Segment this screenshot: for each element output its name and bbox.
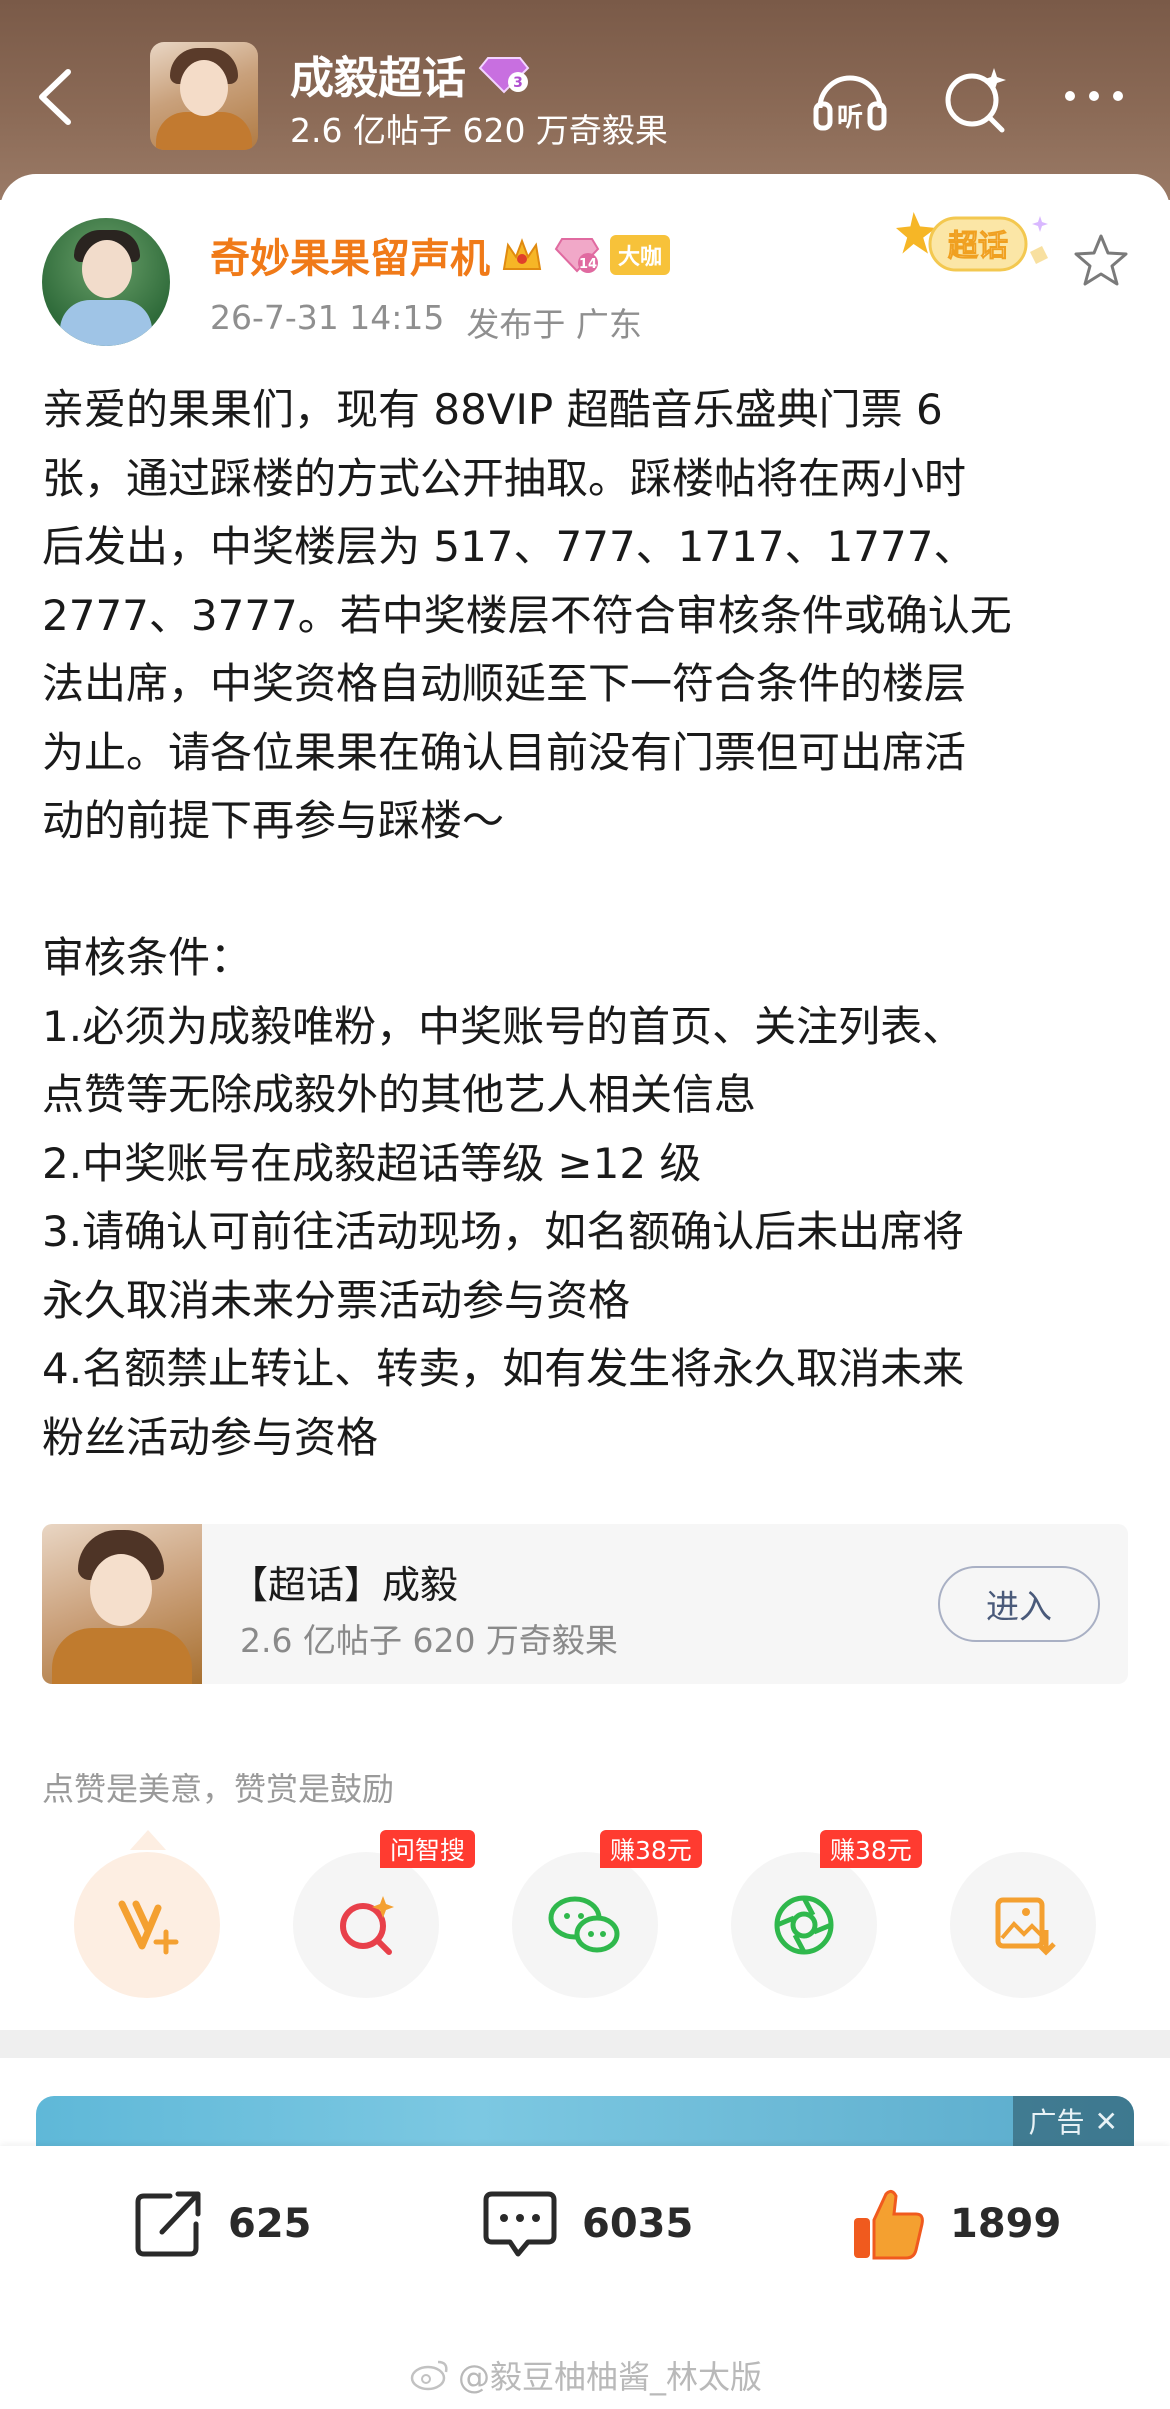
enter-button[interactable]: 进入 <box>938 1566 1100 1642</box>
more-options-icon[interactable] <box>1056 60 1136 140</box>
author-avatar[interactable] <box>42 218 170 346</box>
moments-share-button[interactable] <box>731 1852 877 1998</box>
comment-icon <box>483 2191 557 2257</box>
comment-button[interactable]: 6035 <box>480 2184 693 2264</box>
smart-search-tag: 问智搜 <box>380 1830 476 1868</box>
reward-button[interactable] <box>74 1852 220 1998</box>
comment-count: 6035 <box>582 2201 694 2247</box>
save-image-icon <box>995 1897 1056 1956</box>
page-title: 成毅超话 <box>290 53 466 104</box>
smart-search-icon <box>340 1896 394 1955</box>
author-row: 奇妙果果留声机 14 大咖 <box>210 226 671 284</box>
svg-text:3: 3 <box>513 75 523 91</box>
ad-label[interactable]: 广告 ✕ <box>1012 2096 1134 2146</box>
page-subtitle: 2.6 亿帖子 620 万奇毅果 <box>290 111 668 150</box>
search-sparkle-icon[interactable] <box>936 60 1016 140</box>
moments-reward-tag: 赚38元 <box>820 1830 922 1868</box>
ad-close-icon[interactable]: ✕ <box>1095 2105 1118 2138</box>
diamond-level-icon: 14 <box>554 238 600 273</box>
post-meta: 26-7-31 14:15 发布于 广东 <box>210 298 642 346</box>
ad-banner[interactable]: 广告 ✕ <box>36 2096 1134 2146</box>
encourage-text: 点赞是美意，赞赏是鼓励 <box>42 1770 395 1808</box>
smart-search-button[interactable] <box>293 1852 439 1998</box>
favorite-star-icon[interactable] <box>1072 232 1130 290</box>
supertopic-avatar[interactable] <box>150 42 258 150</box>
diamond-level-icon: 3 <box>478 57 530 94</box>
repost-icon <box>135 2191 201 2257</box>
back-arrow-icon[interactable] <box>28 62 88 132</box>
weibo-logo-icon <box>410 2360 448 2391</box>
wechat-share-button[interactable] <box>512 1852 658 1998</box>
author-name[interactable]: 奇妙果果留声机 <box>210 226 490 284</box>
watermark: @毅豆柚柚酱_林太版 <box>410 2352 762 2398</box>
thumbs-up-icon <box>854 2189 924 2260</box>
supertopic-card[interactable]: 【超话】成毅 2.6 亿帖子 620 万奇毅果 进入 <box>42 1524 1128 1684</box>
supertopic-sticker[interactable]: 超话 <box>890 200 1060 290</box>
svg-text:听: 听 <box>837 103 863 133</box>
supertopic-thumbnail <box>42 1524 202 1684</box>
crown-icon <box>502 238 542 270</box>
section-divider <box>0 2030 1170 2058</box>
supertopic-card-title: 【超话】成毅 <box>230 1563 459 1607</box>
svg-text:14: 14 <box>579 257 597 272</box>
vip-badge: 大咖 <box>610 235 671 275</box>
watermark-text: @毅豆柚柚酱_林太版 <box>458 2358 763 2396</box>
repost-button[interactable]: 625 <box>130 2184 312 2264</box>
action-row: 问智搜 赚38元 赚38元 <box>0 1830 1170 2010</box>
supertopic-card-subtitle: 2.6 亿帖子 620 万奇毅果 <box>240 1621 618 1660</box>
like-count: 1899 <box>950 2201 1062 2247</box>
ad-text: 广告 <box>1028 2106 1085 2139</box>
post-date: 26-7-31 14:15 <box>210 298 445 337</box>
reward-v-plus-icon <box>118 1900 179 1955</box>
headphones-listen-icon[interactable]: 听 <box>810 60 890 140</box>
post-body-text: 亲爱的果果们，现有 88VIP 超酷音乐盛典门票 6 张，通过踩楼的方式公开抽取… <box>42 385 1012 1462</box>
wechat-icon <box>548 1896 620 1953</box>
top-bar: 成毅超话 3 2.6 亿帖子 620 万奇毅果 听 <box>0 0 1170 200</box>
save-image-button[interactable] <box>950 1852 1096 1998</box>
svg-text:超话: 超话 <box>948 229 1008 264</box>
like-button[interactable]: 1899 <box>848 2184 1061 2264</box>
repost-count: 625 <box>228 2201 312 2247</box>
pointer-triangle <box>130 1830 166 1850</box>
moments-aperture-icon <box>774 1895 834 1955</box>
post-location: 发布于 广东 <box>466 305 642 344</box>
wechat-reward-tag: 赚38元 <box>600 1830 702 1868</box>
page-title-row: 成毅超话 3 <box>290 42 530 106</box>
